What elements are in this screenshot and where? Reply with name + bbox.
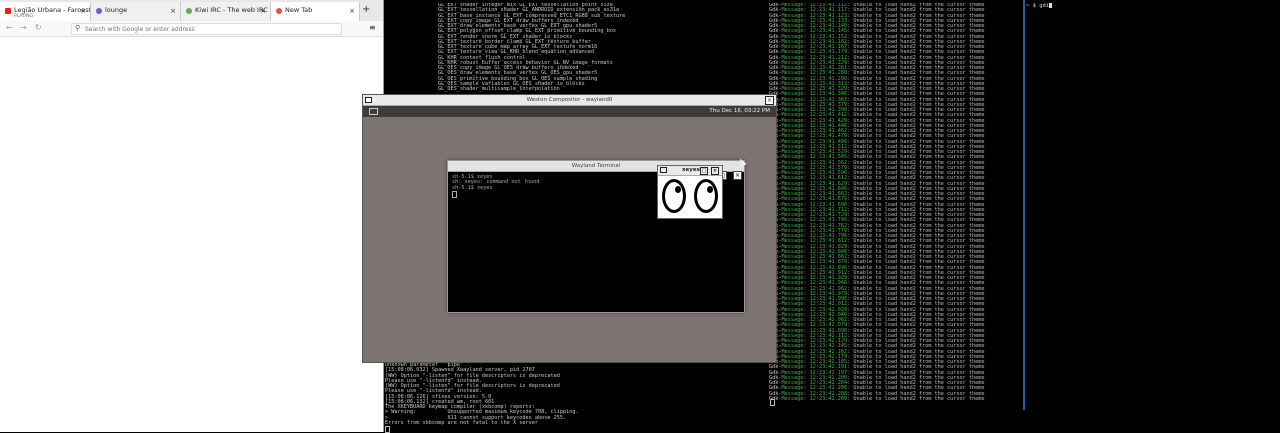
tab-status: PLAYING bbox=[14, 14, 33, 19]
right-eye bbox=[694, 179, 718, 213]
terminal-line: sh-5.1$ xeyes bbox=[452, 184, 493, 191]
close-icon[interactable]: × bbox=[80, 7, 86, 15]
tab-bar: Legião Urbana - Faroeste PLAYING × loung… bbox=[0, 0, 383, 22]
weston-log-terminal[interactable]: unknown parameter 'pipe' [15:08:06.032] S… bbox=[385, 363, 765, 432]
gdk-message-line: Gdk-Message: 12:23:42.209: Unable to loa… bbox=[769, 395, 1021, 402]
maximize-button[interactable]: □ bbox=[700, 167, 708, 175]
tab-label: lounge bbox=[105, 6, 128, 14]
browser-window: Legião Urbana - Faroeste PLAYING × loung… bbox=[0, 0, 384, 432]
hamburger-menu-icon[interactable]: ≡ bbox=[369, 23, 376, 32]
nav-bar: ← → ↻ ⚲ ≡ bbox=[0, 21, 383, 37]
tab-new-tab[interactable]: New Tab × bbox=[271, 2, 360, 21]
right-pupil bbox=[707, 186, 713, 193]
kiwi-icon bbox=[186, 8, 192, 14]
terminal-line: Errors from xkbcomp are not fatal to the… bbox=[385, 419, 539, 426]
log-time: : 12:23:42.209: bbox=[803, 395, 854, 402]
tab-kiwi-irc[interactable]: Kiwi IRC - The web IRC c × bbox=[181, 2, 271, 21]
window-icon bbox=[660, 167, 667, 173]
left-eye bbox=[662, 179, 686, 213]
youtube-icon bbox=[5, 8, 11, 14]
xeyes-window[interactable]: xeyes □ × bbox=[657, 165, 723, 219]
log-level: Message bbox=[781, 395, 804, 402]
shell-terminal[interactable]: ~ $ gdi bbox=[1026, 3, 1276, 33]
gdk-messages-terminal[interactable]: Gdk-Message: 12:23:41.112: Unable to loa… bbox=[769, 3, 1021, 406]
wayland-terminal-title: Wayland Terminal bbox=[571, 163, 621, 169]
forward-button[interactable]: → bbox=[20, 23, 27, 32]
terminal-cursor bbox=[770, 399, 775, 406]
search-icon: ⚲ bbox=[75, 24, 81, 32]
weston-title: Weston Compositor - wayland0 bbox=[526, 97, 613, 103]
close-button[interactable]: × bbox=[733, 171, 742, 180]
terminal-cursor bbox=[452, 190, 457, 198]
close-icon[interactable]: × bbox=[170, 7, 176, 15]
close-button[interactable]: × bbox=[765, 96, 774, 105]
firefox-icon bbox=[276, 8, 282, 14]
url-input[interactable] bbox=[85, 24, 335, 34]
new-tab-button[interactable]: + bbox=[362, 4, 370, 15]
lounge-icon bbox=[96, 8, 102, 14]
tab-label: New Tab bbox=[285, 6, 313, 14]
back-button[interactable]: ← bbox=[6, 23, 13, 32]
close-icon[interactable]: × bbox=[260, 7, 266, 15]
log-text: Unable to load hand2 from the cursor the… bbox=[853, 395, 985, 402]
xeyes-titlebar[interactable]: xeyes □ × bbox=[658, 166, 722, 176]
pane-divider[interactable] bbox=[1023, 0, 1025, 410]
window-icon bbox=[365, 97, 372, 103]
gl-extensions-terminal[interactable]: GL_EXT_shader_integer_mix GL_EXT_tessell… bbox=[438, 3, 763, 95]
close-button[interactable]: × bbox=[711, 167, 719, 175]
wayland-terminal-body[interactable]: sh-5.1$ xeyes sh: xeyes: command not foun… bbox=[452, 174, 539, 200]
left-pupil bbox=[675, 186, 681, 193]
terminal-line: GL_OES_shader_multisample_interpolation bbox=[438, 86, 560, 92]
weston-panel: Thu Dec 16, 03:22 PM bbox=[363, 106, 776, 117]
panel-clock: Thu Dec 16, 03:22 PM bbox=[709, 108, 770, 114]
reload-button[interactable]: ↻ bbox=[35, 23, 42, 32]
terminal-cursor bbox=[1049, 3, 1053, 8]
terminal-launcher-icon[interactable] bbox=[369, 108, 378, 115]
tab-youtube[interactable]: Legião Urbana - Faroeste PLAYING × bbox=[0, 2, 91, 21]
xeyes-title: xeyes bbox=[682, 167, 700, 173]
tab-lounge[interactable]: lounge × bbox=[91, 2, 181, 21]
shell-prompt: ~ $ gdi bbox=[1026, 3, 1050, 9]
weston-titlebar[interactable]: Weston Compositor - wayland0 × bbox=[363, 95, 776, 106]
close-icon[interactable]: × bbox=[349, 7, 355, 15]
url-bar[interactable]: ⚲ bbox=[71, 23, 342, 35]
